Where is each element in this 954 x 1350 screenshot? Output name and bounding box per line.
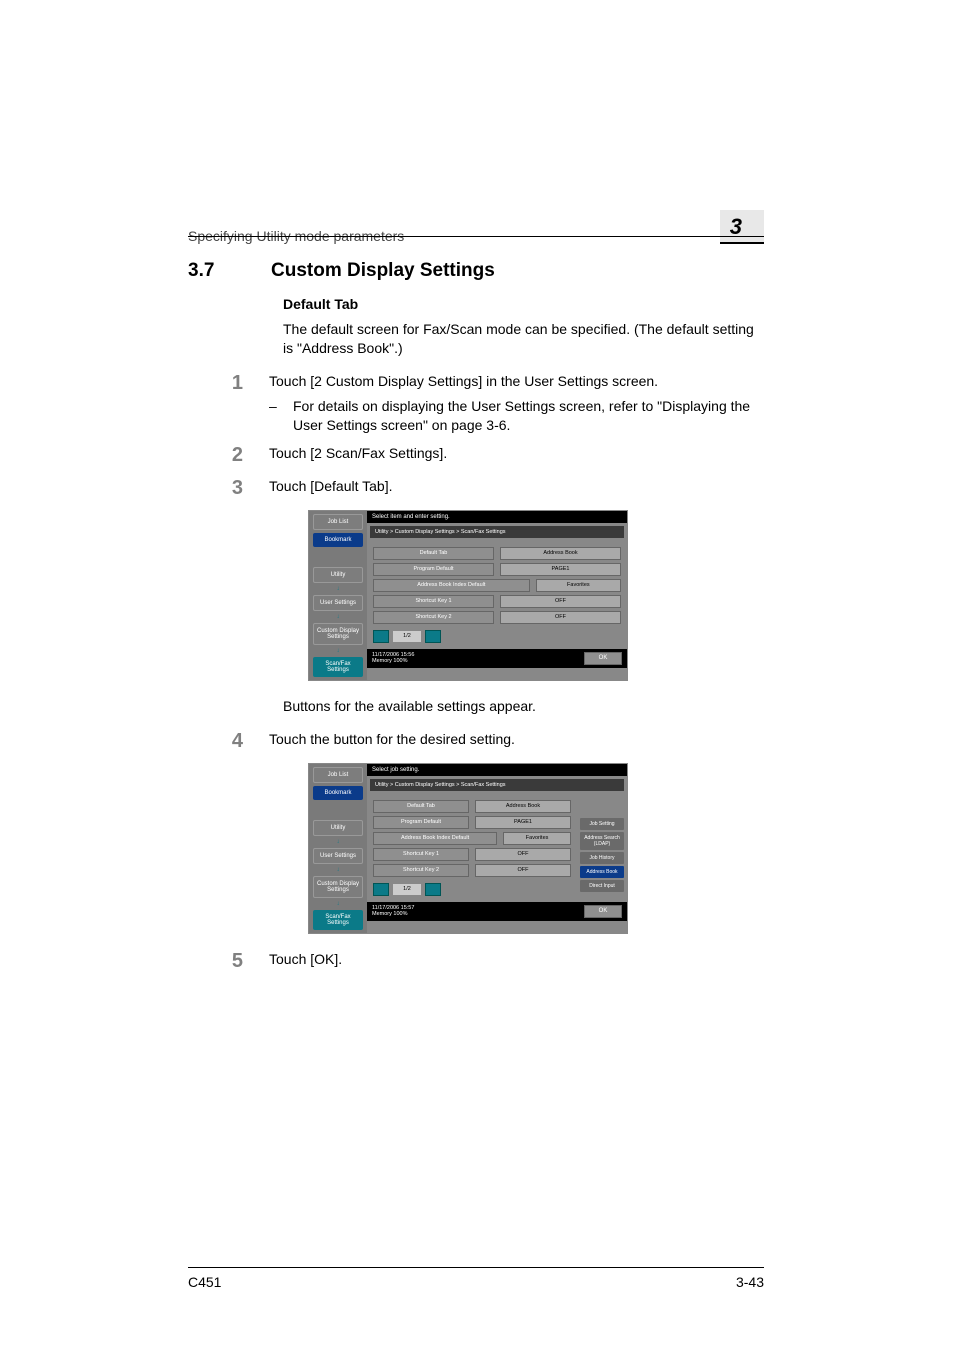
setting-label-button[interactable]: Shortcut Key 1	[373, 595, 494, 608]
chevron-down-icon: ↓	[309, 839, 367, 845]
setting-label-button[interactable]: Default Tab	[373, 800, 469, 813]
step-text: Touch [2 Custom Display Settings] in the…	[269, 373, 658, 389]
tab-utility[interactable]: Utility	[313, 567, 363, 583]
tab-job-list[interactable]: Job List	[313, 767, 363, 783]
header-rule	[188, 236, 764, 237]
step-number: 2	[188, 444, 243, 467]
chevron-down-icon: ↓	[309, 901, 367, 907]
option-job-setting[interactable]: Job Setting	[580, 818, 624, 830]
page-indicator: 1/2	[393, 884, 421, 895]
screenshot-2: Job List Bookmark Utility ↓ User Setting…	[308, 763, 628, 934]
setting-value: Address Book	[500, 547, 621, 560]
breadcrumb: Utility > Custom Display Settings > Scan…	[370, 526, 624, 538]
setting-value: Favorites	[536, 579, 621, 592]
page-up-button[interactable]	[373, 883, 389, 896]
setting-value: PAGE1	[500, 563, 621, 576]
tab-utility[interactable]: Utility	[313, 820, 363, 836]
sub-step-text: For details on displaying the User Setti…	[293, 397, 764, 435]
step-text: Touch [2 Scan/Fax Settings].	[269, 444, 764, 467]
option-job-history[interactable]: Job History	[580, 852, 624, 864]
chapter-number-badge: 3	[720, 210, 764, 244]
screenshot-message: Select item and enter setting.	[367, 511, 627, 523]
step-number: 5	[188, 950, 243, 973]
screenshot-1: Job List Bookmark Utility ↓ User Setting…	[308, 510, 628, 681]
footer-model: C451	[188, 1274, 221, 1290]
setting-label-button[interactable]: Address Book Index Default	[373, 579, 530, 592]
chevron-down-icon: ↓	[309, 867, 367, 873]
screenshot-message: Select job setting.	[367, 764, 627, 776]
step-number: 1	[188, 372, 243, 435]
setting-label-button[interactable]: Program Default	[373, 563, 494, 576]
setting-value: Address Book	[475, 800, 571, 813]
setting-value: OFF	[475, 848, 571, 861]
setting-label-button[interactable]: Default Tab	[373, 547, 494, 560]
breadcrumb: Utility > Custom Display Settings > Scan…	[370, 779, 624, 791]
chevron-down-icon: ↓	[309, 586, 367, 592]
screenshot-sidebar: Job List Bookmark Utility ↓ User Setting…	[309, 511, 367, 680]
setting-label-button[interactable]: Shortcut Key 1	[373, 848, 469, 861]
intro-paragraph: The default screen for Fax/Scan mode can…	[283, 320, 764, 358]
setting-value: Favorites	[503, 832, 571, 845]
tab-bookmark[interactable]: Bookmark	[313, 786, 363, 800]
step-text: Touch [OK].	[269, 950, 764, 973]
footer-page-number: 3-43	[736, 1274, 764, 1290]
option-address-book[interactable]: Address Book	[580, 866, 624, 878]
tab-custom-display[interactable]: Custom Display Settings	[313, 876, 363, 898]
ok-button[interactable]: OK	[584, 905, 622, 918]
ok-button[interactable]: OK	[584, 652, 622, 665]
section-title: Custom Display Settings	[271, 260, 495, 282]
tab-custom-display[interactable]: Custom Display Settings	[313, 623, 363, 645]
tab-scan-fax[interactable]: Scan/Fax Settings	[313, 910, 363, 930]
step-number: 3	[188, 477, 243, 500]
setting-value: OFF	[475, 864, 571, 877]
option-direct-input[interactable]: Direct Input	[580, 880, 624, 892]
screenshot-right-panel: Job Setting Address Search (LDAP) Job Hi…	[577, 794, 627, 902]
tab-user-settings[interactable]: User Settings	[313, 848, 363, 864]
setting-value: OFF	[500, 595, 621, 608]
memory-status: Memory 100%	[372, 911, 414, 917]
page-down-button[interactable]	[425, 630, 441, 643]
tab-bookmark[interactable]: Bookmark	[313, 533, 363, 547]
setting-value: PAGE1	[475, 816, 571, 829]
chevron-down-icon: ↓	[309, 614, 367, 620]
setting-label-button[interactable]: Shortcut Key 2	[373, 611, 494, 624]
setting-label-button[interactable]: Address Book Index Default	[373, 832, 497, 845]
tab-scan-fax[interactable]: Scan/Fax Settings	[313, 657, 363, 677]
subheading: Default Tab	[283, 296, 764, 312]
tab-user-settings[interactable]: User Settings	[313, 595, 363, 611]
tab-job-list[interactable]: Job List	[313, 514, 363, 530]
sub-step-dash: –	[269, 397, 279, 435]
screenshot-sidebar: Job List Bookmark Utility ↓ User Setting…	[309, 764, 367, 933]
page-indicator: 1/2	[393, 631, 421, 642]
setting-value: OFF	[500, 611, 621, 624]
step-text: Touch the button for the desired setting…	[269, 730, 764, 753]
chevron-down-icon: ↓	[309, 648, 367, 654]
section-number: 3.7	[188, 260, 243, 282]
option-address-search[interactable]: Address Search (LDAP)	[580, 832, 624, 850]
memory-status: Memory 100%	[372, 658, 414, 664]
setting-label-button[interactable]: Program Default	[373, 816, 469, 829]
paragraph: Buttons for the available settings appea…	[283, 697, 764, 716]
page-down-button[interactable]	[425, 883, 441, 896]
step-text: Touch [Default Tab].	[269, 477, 764, 500]
step-number: 4	[188, 730, 243, 753]
setting-label-button[interactable]: Shortcut Key 2	[373, 864, 469, 877]
page-up-button[interactable]	[373, 630, 389, 643]
